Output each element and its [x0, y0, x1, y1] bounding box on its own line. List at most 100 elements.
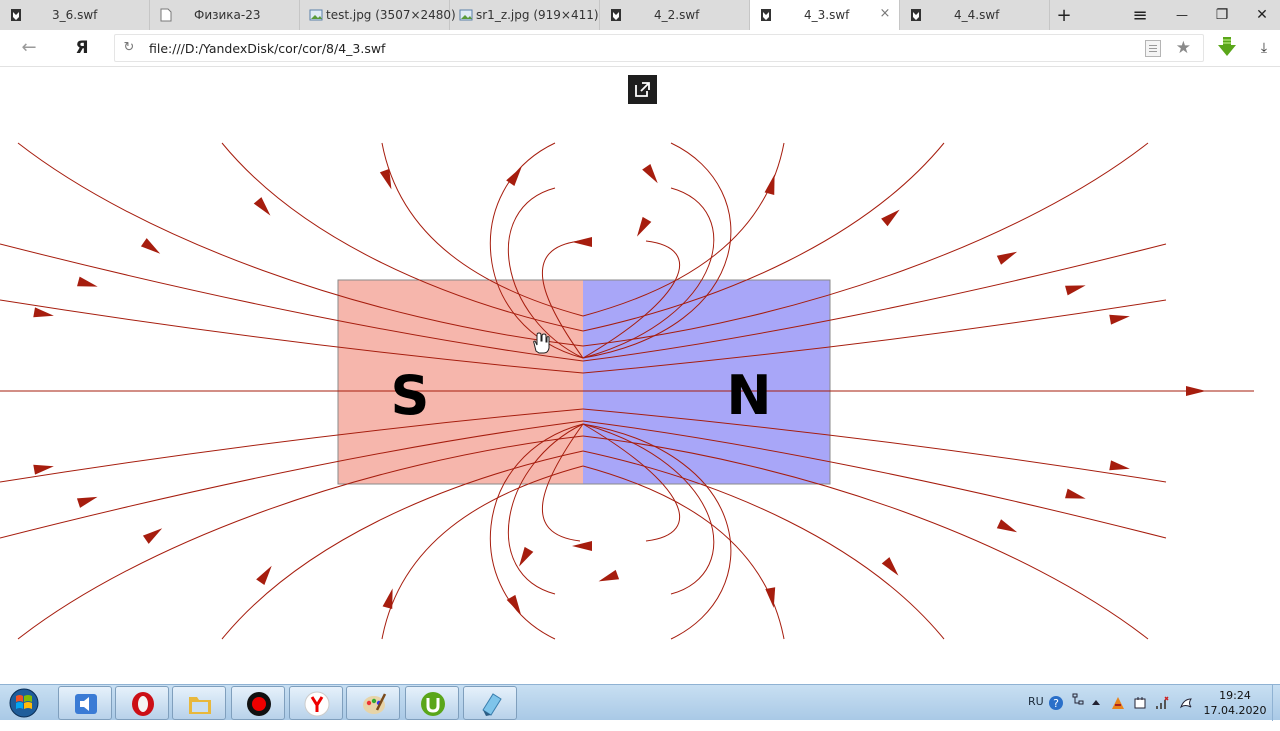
- show-hidden-icons-icon[interactable]: [1088, 695, 1104, 711]
- start-button[interactable]: [4, 687, 44, 719]
- field-direction-arrow: [519, 546, 534, 567]
- browser-menu-button[interactable]: ≡: [1120, 0, 1160, 30]
- tab-fizika-23[interactable]: Физика-23: [150, 0, 300, 30]
- external-window-icon: [635, 82, 650, 97]
- tray-tool-icon[interactable]: [1070, 691, 1086, 707]
- blank-page-icon: [160, 8, 172, 22]
- swf-file-icon: [611, 9, 621, 21]
- usb-device-icon[interactable]: [1132, 695, 1148, 711]
- reader-mode-icon[interactable]: [1145, 40, 1161, 57]
- image-file-icon: [459, 9, 473, 21]
- field-direction-arrow: [142, 528, 163, 544]
- yandex-logo-button[interactable]: Я: [72, 36, 92, 60]
- field-direction-arrow: [253, 197, 271, 216]
- clock-date: 17.04.2020: [1203, 704, 1267, 717]
- field-direction-arrow: [642, 163, 658, 184]
- field-direction-arrow: [506, 594, 521, 615]
- bookmark-star-icon[interactable]: ★: [1176, 37, 1191, 59]
- swf-file-icon: [911, 9, 921, 21]
- downloads-arrow-icon[interactable]: [1216, 36, 1238, 58]
- tab-4-3-active[interactable]: 4_3.swf ×: [750, 0, 900, 30]
- new-tab-button[interactable]: +: [1044, 0, 1084, 30]
- recorder-icon: [247, 692, 271, 716]
- explorer-folder-icon: [189, 697, 211, 714]
- close-window-button[interactable]: ✕: [1242, 0, 1280, 30]
- tab-strip: 3_6.swf Физика-23 test.jpg (3507×2480) s…: [0, 0, 1280, 30]
- tab-label: 4_2.swf: [654, 8, 700, 22]
- tab-label: sr1_z.jpg (919×411): [476, 8, 599, 22]
- taskbar-explorer[interactable]: [172, 686, 226, 720]
- tab-3-6[interactable]: 3_6.swf: [0, 0, 150, 30]
- power-tray-icon[interactable]: [1178, 695, 1194, 711]
- taskbar-yandex[interactable]: [289, 686, 343, 720]
- field-direction-arrow: [256, 565, 272, 586]
- south-pole-label: S: [391, 364, 430, 427]
- north-pole-label: N: [726, 364, 771, 427]
- taskbar-recorder[interactable]: [231, 686, 285, 720]
- field-direction-arrow: [77, 276, 98, 287]
- field-direction-arrow: [996, 519, 1018, 533]
- svg-text:?: ?: [1053, 697, 1059, 710]
- image-file-icon: [309, 9, 323, 21]
- field-direction-arrow: [572, 237, 592, 247]
- language-indicator[interactable]: RU: [1028, 695, 1044, 731]
- reload-icon[interactable]: ↻: [121, 39, 137, 57]
- field-direction-arrow: [506, 166, 522, 187]
- system-clock[interactable]: 19:24 17.04.2020: [1202, 688, 1268, 718]
- notepad-icon: [482, 693, 502, 716]
- magnetic-field-diagram[interactable]: S N: [0, 68, 1280, 684]
- minimize-button[interactable]: —: [1162, 0, 1202, 30]
- field-direction-arrow: [637, 216, 652, 237]
- popout-button[interactable]: [628, 75, 657, 104]
- field-direction-arrow: [1186, 386, 1206, 396]
- tab-label: test.jpg (3507×2480): [326, 8, 456, 22]
- field-direction-arrow: [881, 557, 899, 576]
- field-direction-arrow: [598, 569, 620, 582]
- taskbar-utorrent[interactable]: [405, 686, 459, 720]
- field-line: [582, 465, 785, 640]
- flash-content-area: S N: [0, 68, 1280, 684]
- field-direction-arrow: [33, 464, 54, 475]
- tab-label: 4_3.swf: [804, 8, 850, 22]
- show-desktop-button[interactable]: [1272, 685, 1280, 721]
- yandex-browser-icon: [304, 691, 330, 717]
- field-direction-arrow: [1109, 460, 1130, 471]
- taskbar-speaker[interactable]: [58, 686, 112, 720]
- speaker-icon: [75, 694, 97, 714]
- field-direction-arrow: [572, 541, 592, 551]
- magnet-north-pole[interactable]: [583, 280, 830, 484]
- field-direction-arrow: [1109, 314, 1130, 325]
- address-bar: ← Я ↻ file:///D:/YandexDisk/cor/cor/8/4_…: [0, 30, 1280, 67]
- clock-time: 19:24: [1219, 689, 1251, 702]
- network-tray-icon[interactable]: [1110, 695, 1126, 711]
- signal-tray-icon[interactable]: [1154, 695, 1170, 711]
- download-icon[interactable]: ⤓: [1256, 40, 1272, 56]
- tab-label: Физика-23: [194, 8, 261, 22]
- field-direction-arrow: [764, 174, 775, 195]
- tab-sr1-z-jpg[interactable]: sr1_z.jpg (919×411): [450, 0, 600, 30]
- field-direction-arrow: [140, 238, 161, 254]
- help-icon[interactable]: ?: [1048, 695, 1064, 711]
- field-line: [381, 465, 584, 640]
- url-field[interactable]: ↻ file:///D:/YandexDisk/cor/cor/8/4_3.sw…: [114, 34, 1204, 62]
- taskbar-paint[interactable]: [346, 686, 400, 720]
- swf-file-icon: [11, 9, 21, 21]
- swf-file-icon: [761, 9, 771, 21]
- tab-label: 3_6.swf: [52, 8, 98, 22]
- tab-label: 4_4.swf: [954, 8, 1000, 22]
- back-button[interactable]: ←: [16, 36, 42, 60]
- paint-icon: [363, 693, 387, 714]
- restore-button[interactable]: ❐: [1202, 0, 1242, 30]
- windows-taskbar: RU ? 19:24 17.04.2020: [0, 684, 1280, 721]
- tab-4-4[interactable]: 4_4.swf: [900, 0, 1050, 30]
- taskbar-notepad[interactable]: [463, 686, 517, 720]
- close-tab-icon[interactable]: ×: [877, 6, 893, 22]
- magnet-south-pole[interactable]: [338, 280, 583, 484]
- tab-test-jpg[interactable]: test.jpg (3507×2480): [300, 0, 456, 30]
- tab-4-2[interactable]: 4_2.swf: [600, 0, 750, 30]
- utorrent-icon: [421, 692, 445, 716]
- field-direction-arrow: [379, 168, 392, 190]
- taskbar-opera[interactable]: [115, 686, 169, 720]
- field-direction-arrow: [1065, 488, 1086, 499]
- url-text[interactable]: file:///D:/YandexDisk/cor/cor/8/4_3.swf: [149, 41, 385, 56]
